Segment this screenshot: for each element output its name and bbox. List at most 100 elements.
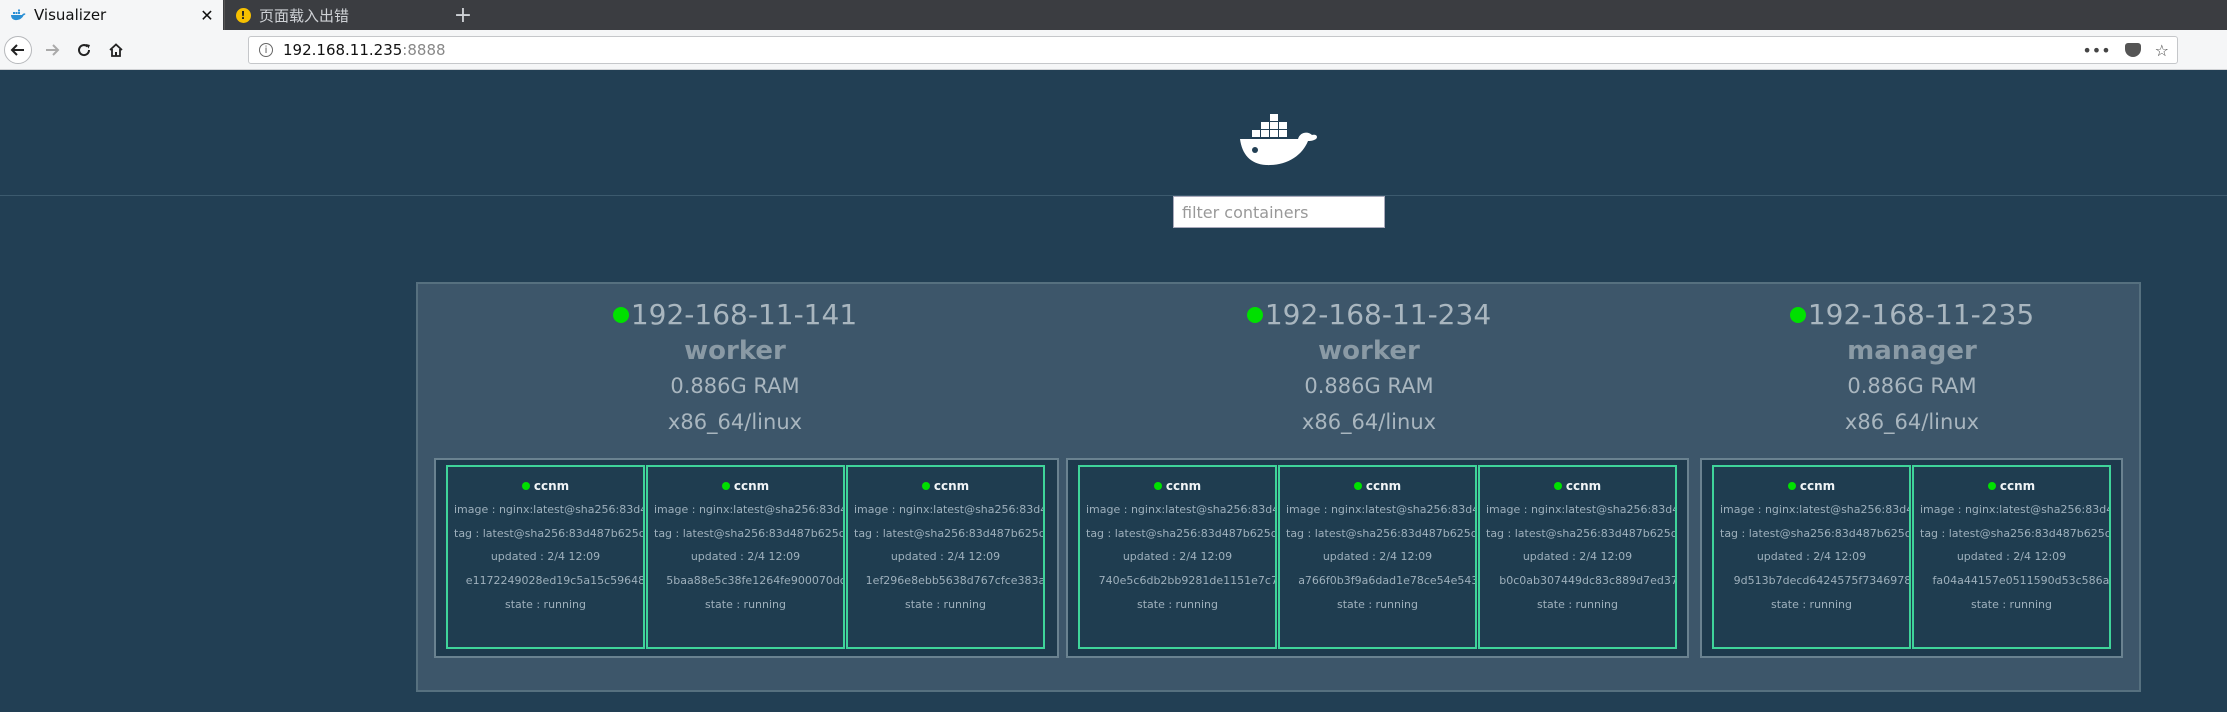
container-name: ccnm [1080, 479, 1275, 493]
address-bar[interactable]: i 192.168.11.235:8888 ••• ☆ [248, 36, 2178, 64]
forward-button[interactable] [38, 36, 66, 64]
pocket-icon[interactable] [2124, 43, 2141, 57]
node-ram: 0.886G RAM [1304, 374, 1434, 398]
container-tag: tag : latest@sha256:83d487b625d8c7818044… [1720, 527, 1911, 540]
filter-containers-input[interactable] [1173, 196, 1385, 228]
reload-button[interactable] [70, 36, 98, 64]
arrow-left-icon [10, 44, 24, 56]
container-name: ccnm [848, 479, 1043, 493]
tab-title: Visualizer [34, 6, 107, 24]
container-card[interactable]: ccnm image : nginx:latest@sha256:83d487b… [1278, 465, 1477, 649]
container-image: image : nginx:latest@sha256:83d487b625d8… [1720, 503, 1909, 516]
container-name-label: ccnm [733, 479, 770, 493]
container-state: state : running [1336, 598, 1418, 611]
container-image: image : nginx:latest@sha256:83d487b625d8… [1286, 503, 1475, 516]
status-dot-icon [1246, 306, 1263, 323]
status-dot-icon [612, 306, 629, 323]
container-tag: tag : latest@sha256:83d487b625d8c7818044… [1286, 527, 1477, 540]
page-header [0, 92, 2227, 196]
container-name: ccnm [448, 479, 643, 493]
container-name-label: ccnm [533, 479, 570, 493]
new-tab-button[interactable]: + [448, 0, 478, 30]
visualizer-page: 192-168-11-141 worker 0.886G RAM x86_64/… [0, 92, 2227, 712]
status-dot-icon [1789, 306, 1806, 323]
container-state: state : running [1970, 598, 2052, 611]
site-info-icon[interactable]: i [259, 43, 273, 57]
cluster-panel: 192-168-11-141 worker 0.886G RAM x86_64/… [416, 282, 2141, 692]
container-id: fa04a44157e0511590d53c586ac542d55 [1932, 574, 2110, 587]
container-list: ccnm image : nginx:latest@sha256:83d487b… [434, 458, 1059, 658]
container-list: ccnm image : nginx:latest@sha256:83d487b… [1066, 458, 1689, 658]
arrow-right-icon [46, 44, 60, 56]
container-state: state : running [1536, 598, 1618, 611]
container-name: ccnm [1914, 479, 2109, 493]
url-port: :8888 [402, 41, 446, 59]
container-id: 740e5c6db2bb9281de1151e7c7e133fa4 [1098, 574, 1277, 587]
home-icon [109, 43, 123, 57]
close-tab-icon[interactable]: ✕ [197, 6, 217, 25]
tab-title: 页面载入出错 [259, 6, 350, 25]
container-name-label: ccnm [1999, 479, 2036, 493]
container-id: b0c0ab307449dc83c889d7ed37c474fd3 [1499, 574, 1677, 587]
container-state: state : running [1136, 598, 1218, 611]
container-tag: tag : latest@sha256:83d487b625d8c7818044… [1486, 527, 1677, 540]
container-updated: updated : 2/4 12:09 [1756, 550, 1867, 563]
container-name-label: ccnm [1565, 479, 1602, 493]
container-card[interactable]: ccnm image : nginx:latest@sha256:83d487b… [1078, 465, 1277, 649]
container-updated: updated : 2/4 12:09 [1522, 550, 1633, 563]
node-role: worker [684, 336, 786, 366]
more-actions-icon[interactable]: ••• [2082, 41, 2110, 60]
back-button[interactable] [4, 36, 32, 64]
status-dot-icon [1987, 482, 1996, 490]
container-updated: updated : 2/4 12:09 [1956, 550, 2067, 563]
container-state: state : running [1770, 598, 1852, 611]
container-state: state : running [904, 598, 986, 611]
container-id: 9d513b7decd6424575f7346978dae8af4 [1733, 574, 1911, 587]
container-image: image : nginx:latest@sha256:83d487b625d8… [854, 503, 1043, 516]
container-id: e1172249028ed19c5a15c5964898cb3c9 [465, 574, 645, 587]
container-updated: updated : 2/4 12:09 [1322, 550, 1433, 563]
warning-icon: ! [235, 7, 251, 23]
container-tag: tag : latest@sha256:83d487b625d8c7818044… [854, 527, 1045, 540]
container-card[interactable]: ccnm image : nginx:latest@sha256:83d487b… [1478, 465, 1677, 649]
bookmark-star-icon[interactable]: ☆ [2155, 41, 2169, 60]
tab-error-page[interactable]: ! 页面载入出错 [224, 0, 442, 30]
container-card[interactable]: ccnm image : nginx:latest@sha256:83d487b… [1912, 465, 2111, 649]
container-name-label: ccnm [1799, 479, 1836, 493]
container-card[interactable]: ccnm image : nginx:latest@sha256:83d487b… [446, 465, 645, 649]
browser-nav-bar: i 192.168.11.235:8888 ••• ☆ [0, 30, 2227, 70]
tab-visualizer[interactable]: Visualizer ✕ [0, 0, 223, 30]
container-name: ccnm [648, 479, 843, 493]
container-name: ccnm [1280, 479, 1475, 493]
docker-whale-icon [10, 7, 26, 23]
container-card[interactable]: ccnm image : nginx:latest@sha256:83d487b… [646, 465, 845, 649]
container-id: 5baa88e5c38fe1264fe900070dc7230bf4 [666, 574, 845, 587]
url-host: 192.168.11.235 [283, 41, 403, 59]
node-role: worker [1318, 336, 1420, 366]
browser-tab-bar: Visualizer ✕ ! 页面载入出错 + [0, 0, 2227, 30]
node-name-label: 192-168-11-141 [630, 298, 858, 331]
home-button[interactable] [102, 36, 130, 64]
container-tag: tag : latest@sha256:83d487b625d8c7818044… [1920, 527, 2111, 540]
status-dot-icon [721, 482, 730, 490]
container-name-label: ccnm [1165, 479, 1202, 493]
reload-icon [78, 44, 91, 57]
container-name-label: ccnm [933, 479, 970, 493]
container-updated: updated : 2/4 12:09 [690, 550, 801, 563]
node-name: 192-168-11-234 [1052, 298, 1686, 331]
container-id: 1ef296e8ebb5638d767cfce383a126dcc0 [865, 574, 1045, 587]
container-tag: tag : latest@sha256:83d487b625d8c7818044… [1086, 527, 1277, 540]
container-name: ccnm [1714, 479, 1909, 493]
node-role: manager [1847, 336, 1977, 366]
status-dot-icon [1153, 482, 1162, 490]
container-list: ccnm image : nginx:latest@sha256:83d487b… [1700, 458, 2123, 658]
container-image: image : nginx:latest@sha256:83d487b625d8… [1920, 503, 2109, 516]
container-updated: updated : 2/4 12:09 [490, 550, 601, 563]
node-name: 192-168-11-141 [418, 298, 1052, 331]
container-state: state : running [504, 598, 586, 611]
container-tag: tag : latest@sha256:83d487b625d8c7818044… [454, 527, 645, 540]
container-card[interactable]: ccnm image : nginx:latest@sha256:83d487b… [846, 465, 1045, 649]
container-card[interactable]: ccnm image : nginx:latest@sha256:83d487b… [1712, 465, 1911, 649]
node-ram: 0.886G RAM [670, 374, 800, 398]
container-name: ccnm [1480, 479, 1675, 493]
